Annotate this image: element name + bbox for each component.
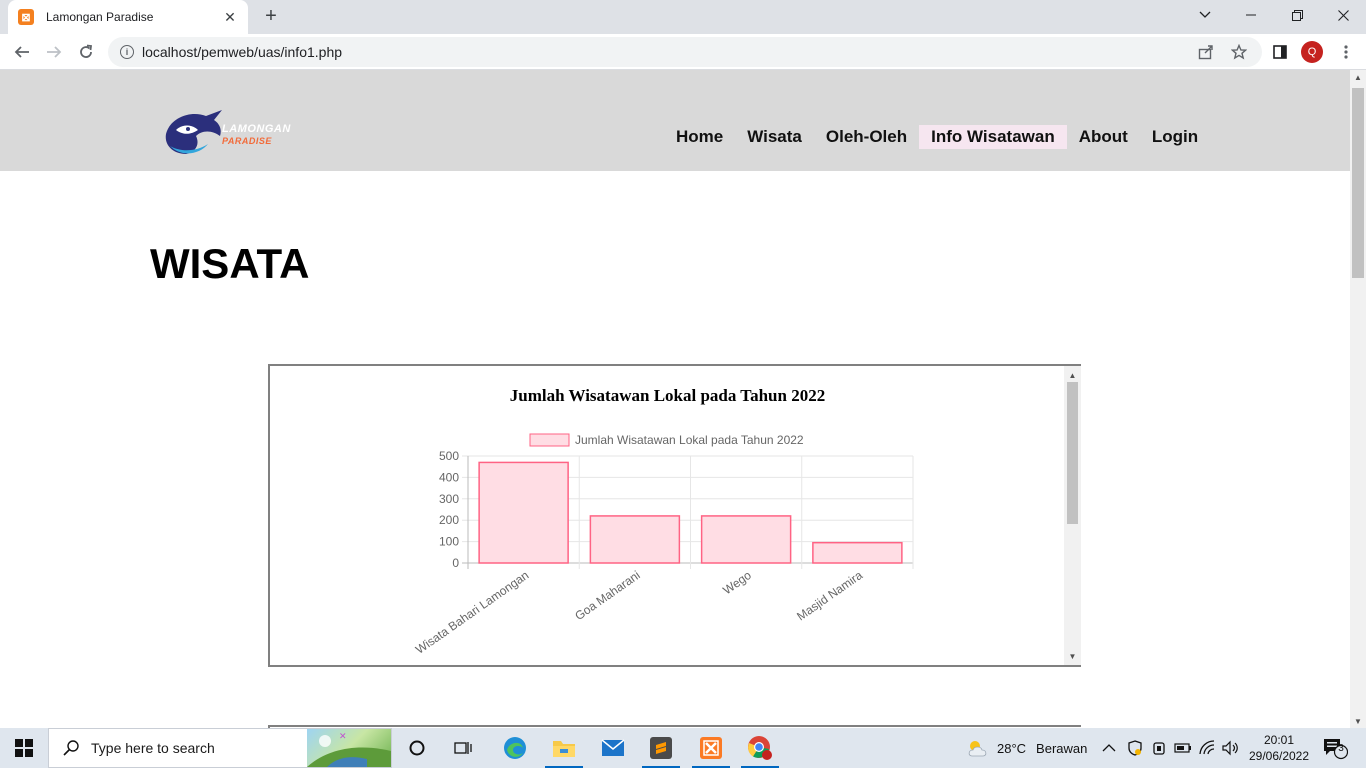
xampp-favicon-icon: ⊠	[18, 9, 34, 25]
show-hidden-icons-chevron-icon[interactable]	[1102, 728, 1116, 768]
legend-swatch	[529, 433, 570, 447]
notification-count: 3	[1338, 743, 1344, 754]
network-icon[interactable]	[1199, 728, 1217, 768]
security-shield-icon[interactable]	[1127, 728, 1143, 768]
scroll-up-arrow-icon[interactable]: ▲	[1064, 368, 1081, 382]
minimize-button[interactable]	[1228, 0, 1274, 30]
site-info-icon[interactable]: i	[120, 45, 134, 59]
page-scrollbar[interactable]: ▲ ▼	[1350, 70, 1366, 728]
legend-label: Jumlah Wisatawan Lokal pada Tahun 2022	[575, 433, 804, 447]
bar-chart: Jumlah Wisatawan Lokal pada Tahun 2022 0 1…	[413, 433, 914, 657]
file-explorer-icon[interactable]	[541, 728, 587, 768]
search-highlight-illustration: ✕	[307, 729, 391, 767]
nav-login[interactable]: Login	[1140, 125, 1210, 149]
windows-taskbar: Type here to search ✕ 28°C Berawan 20:01…	[0, 728, 1366, 768]
forward-button[interactable]	[40, 38, 68, 66]
url-text[interactable]: localhost/pemweb/uas/info1.php	[142, 44, 342, 60]
browser-tab[interactable]: ⊠ Lamongan Paradise ✕	[8, 0, 248, 34]
scroll-down-arrow-icon[interactable]: ▼	[1064, 649, 1081, 663]
bar	[589, 515, 681, 564]
nav-about[interactable]: About	[1067, 125, 1140, 149]
edge-browser-icon[interactable]	[492, 728, 538, 768]
y-tick-label: 100	[439, 535, 459, 549]
start-button[interactable]	[0, 728, 48, 768]
bar	[700, 515, 792, 564]
weather-temperature: 28°C	[997, 740, 1027, 756]
x-tick-label: Goa Maharani	[572, 568, 642, 623]
tab-close-icon[interactable]: ✕	[222, 9, 238, 26]
svg-text:✕: ✕	[339, 731, 347, 741]
clock-date: 29/06/2022	[1248, 749, 1310, 763]
side-panel-icon[interactable]	[1266, 38, 1294, 66]
browser-tab-strip: ⊠ Lamongan Paradise ✕ +	[0, 0, 1366, 34]
y-tick-label: 300	[439, 492, 459, 506]
close-window-button[interactable]	[1320, 0, 1366, 30]
x-tick-label: Wisata Bahari Lamongan	[413, 568, 531, 657]
browser-menu-icon[interactable]	[1332, 38, 1360, 66]
search-icon	[63, 740, 79, 756]
clock-time: 20:01	[1263, 733, 1295, 747]
fish-logo-icon	[165, 110, 222, 154]
page-scroll-thumb[interactable]	[1352, 88, 1364, 278]
address-bar[interactable]: i localhost/pemweb/uas/info1.php	[108, 37, 1262, 67]
mail-icon[interactable]	[590, 728, 636, 768]
nav-oleh-oleh[interactable]: Oleh-Oleh	[814, 125, 919, 149]
nav-info-wisatawan[interactable]: Info Wisatawan	[919, 125, 1067, 149]
page-viewport: LAMONGAN PARADISE Home Wisata Oleh-Oleh …	[0, 70, 1350, 728]
cortana-icon[interactable]	[394, 728, 440, 768]
main-nav: Home Wisata Oleh-Oleh Info Wisatawan Abo…	[664, 125, 1210, 149]
tab-title: Lamongan Paradise	[46, 10, 154, 24]
battery-icon[interactable]	[1174, 728, 1192, 768]
volume-icon[interactable]	[1222, 728, 1240, 768]
logo-text-paradise: PARADISE	[222, 136, 272, 146]
taskbar-search-box[interactable]: Type here to search ✕	[48, 728, 392, 768]
bar	[812, 541, 903, 564]
new-tab-button[interactable]: +	[260, 5, 282, 27]
site-header: LAMONGAN PARADISE Home Wisata Oleh-Oleh …	[0, 70, 1350, 171]
weather-description: Berawan	[1036, 740, 1088, 756]
task-view-icon[interactable]	[440, 728, 486, 768]
bar	[478, 461, 569, 564]
reload-button[interactable]	[72, 38, 100, 66]
chrome-icon[interactable]	[737, 728, 783, 768]
bookmark-star-icon[interactable]	[1231, 37, 1247, 67]
page-scroll-down-arrow-icon[interactable]: ▼	[1350, 714, 1366, 728]
logo-text-lamongan: LAMONGAN	[222, 123, 291, 135]
y-tick-label: 500	[439, 449, 459, 463]
x-tick-label: Wego	[720, 568, 754, 598]
partly-cloudy-icon	[968, 741, 987, 757]
y-tick-label: 200	[439, 513, 459, 527]
y-tick-label: 400	[439, 470, 459, 484]
nav-home[interactable]: Home	[664, 125, 735, 149]
browser-toolbar: i localhost/pemweb/uas/info1.php Q	[0, 34, 1366, 70]
site-logo[interactable]: LAMONGAN PARADISE	[162, 108, 307, 158]
xampp-icon[interactable]	[688, 728, 734, 768]
chart-iframe[interactable]: Jumlah Wisatawan Lokal pada Tahun 2022 J…	[268, 364, 1081, 667]
scroll-thumb[interactable]	[1067, 382, 1078, 524]
search-placeholder[interactable]: Type here to search	[91, 740, 215, 756]
share-icon[interactable]	[1198, 37, 1214, 67]
windows-logo-icon	[15, 739, 33, 757]
notification-center-icon[interactable]: 3	[1322, 728, 1348, 768]
y-tick-label: 0	[452, 556, 459, 570]
nav-wisata[interactable]: Wisata	[735, 125, 814, 149]
page-scroll-up-arrow-icon[interactable]: ▲	[1350, 70, 1366, 84]
page-title: WISATA	[150, 240, 310, 287]
tab-search-icon[interactable]	[1182, 0, 1228, 30]
x-tick-label: Masjid Namira	[794, 568, 865, 624]
weather-widget[interactable]: 28°C Berawan	[966, 728, 1087, 768]
profile-avatar[interactable]: Q	[1301, 41, 1323, 63]
sublime-text-icon[interactable]	[638, 728, 684, 768]
back-button[interactable]	[8, 38, 36, 66]
device-icon[interactable]	[1152, 728, 1166, 768]
chart-iframe-scrollbar[interactable]: ▲ ▼	[1064, 366, 1081, 665]
system-clock[interactable]: 20:01 29/06/2022	[1246, 732, 1312, 764]
restore-button[interactable]	[1274, 0, 1320, 30]
